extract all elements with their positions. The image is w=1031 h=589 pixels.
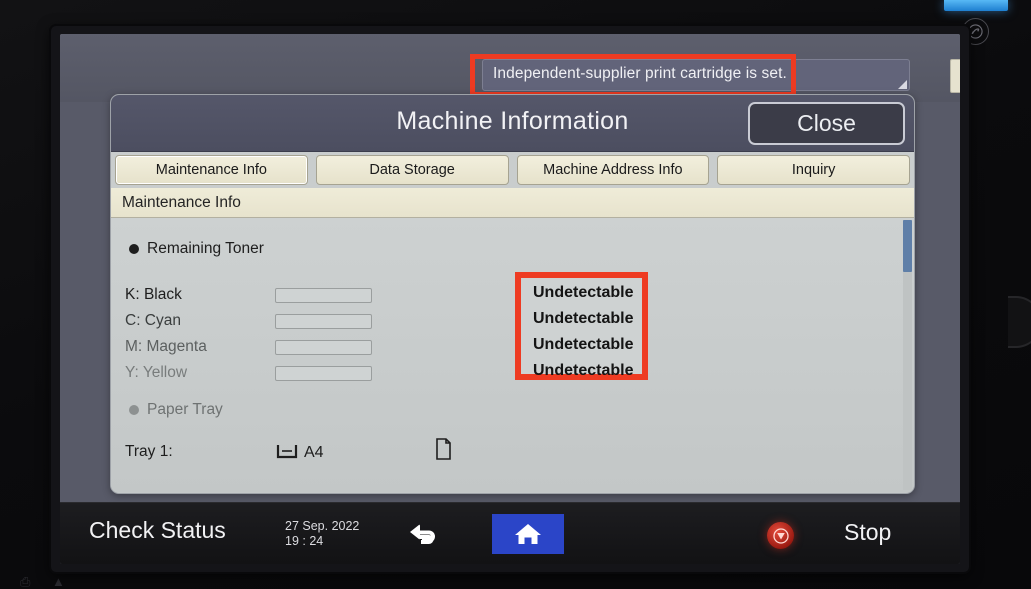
tray-label: Tray 1: [125,442,173,460]
toner-row: Y: Yellow [125,360,525,386]
status-message-field[interactable]: Independent-supplier print cartridge is … [482,59,910,91]
toner-label: M: Magenta [125,338,207,355]
toner-label: C: Cyan [125,312,181,329]
tab-label: Inquiry [791,162,836,178]
toner-status-annotation-box: Undetectable Undetectable Undetectable U… [515,272,648,380]
toner-gauge [275,313,372,329]
home-icon [515,524,541,544]
bullet-icon [129,244,139,254]
tab-label: Data Storage [369,162,455,178]
touchscreen: Independent-supplier print cartridge is … [60,34,960,564]
stop-button[interactable]: Stop [844,519,891,546]
toner-status-list: Undetectable Undetectable Undetectable U… [533,280,633,384]
toner-gauge [275,287,372,303]
scrollbar-track[interactable] [903,220,912,490]
paper-tray-label: Paper Tray [147,401,223,418]
paper-tray-icon [276,444,298,458]
sleep-mode-button[interactable] [950,59,960,93]
tray-row: Tray 1: A4 [125,438,545,465]
blue-status-led [944,0,1008,11]
hardware-arrow-icon: ▲ [52,574,65,589]
bullet-icon [129,405,139,415]
tab-bar: Maintenance Info Data Storage Machine Ad… [111,152,914,188]
toner-status-value: Undetectable [533,336,634,353]
date-label: 27 Sep. 2022 [285,519,360,533]
machine-information-dialog: Machine Information Close Maintenance In… [110,94,915,494]
scrollbar-thumb[interactable] [903,220,912,272]
remaining-toner-label: Remaining Toner [147,240,264,257]
side-dial-knob[interactable] [1008,296,1031,348]
toner-gauge [275,365,372,381]
stop-label-text: Stop [844,519,892,545]
touchscreen-bezel: Independent-supplier print cartridge is … [51,26,969,572]
paper-sheet-icon [435,438,452,465]
back-button[interactable] [400,515,448,553]
back-arrow-icon [410,524,435,544]
tab-label: Machine Address Info [543,162,683,178]
time-label: 19 : 24 [285,534,324,548]
toner-status-value: Undetectable [533,284,634,301]
toner-row: C: Cyan [125,308,525,334]
hardware-document-icon: ⎙ [20,574,31,589]
tab-machine-address-info[interactable]: Machine Address Info [516,155,710,185]
toner-row: K: Black [125,282,525,308]
tab-data-storage[interactable]: Data Storage [315,155,509,185]
status-bar: Independent-supplier print cartridge is … [60,34,960,102]
section-header: Maintenance Info [111,188,914,218]
tray-size-group: A4 [275,443,435,461]
printer-control-panel: ⎙ ▲ Independent-supplier print cartridge… [0,0,1031,589]
resize-handle-icon[interactable] [898,80,907,89]
toner-list: K: Black C: Cyan M: Magenta Y: Yellow [125,282,525,386]
toner-status-value: Undetectable [533,310,634,327]
paper-tray-heading: Paper Tray [129,401,223,419]
dialog-content-scroll-area: Remaining Toner K: Black C: Cyan M: Mage [111,218,914,492]
status-message-text: Independent-supplier print cartridge is … [493,65,787,82]
toner-label: K: Black [125,286,182,303]
toner-gauge [275,339,372,355]
close-button-label: Close [797,110,856,136]
toner-status-value: Undetectable [533,362,634,379]
dialog-titlebar: Machine Information Close [111,95,914,152]
toner-row: M: Magenta [125,334,525,360]
tray-size-label: A4 [304,443,324,461]
toner-label: Y: Yellow [125,364,188,381]
check-status-button[interactable]: Check Status [89,517,226,544]
check-status-label: Check Status [89,517,226,543]
tab-inquiry[interactable]: Inquiry [717,155,910,185]
bottom-navigation-bar: Check Status 27 Sep. 2022 19 : 24 Stop [60,502,960,564]
remaining-toner-heading: Remaining Toner [129,240,264,258]
stop-glyph [772,527,789,544]
tab-label: Maintenance Info [155,162,267,178]
datetime-display: 27 Sep. 2022 19 : 24 [285,519,359,549]
home-button[interactable] [492,514,564,554]
section-header-label: Maintenance Info [122,193,241,211]
tab-maintenance-info[interactable]: Maintenance Info [115,155,308,185]
close-button[interactable]: Close [748,102,905,145]
stop-icon[interactable] [767,522,794,549]
power-glyph [968,24,983,39]
